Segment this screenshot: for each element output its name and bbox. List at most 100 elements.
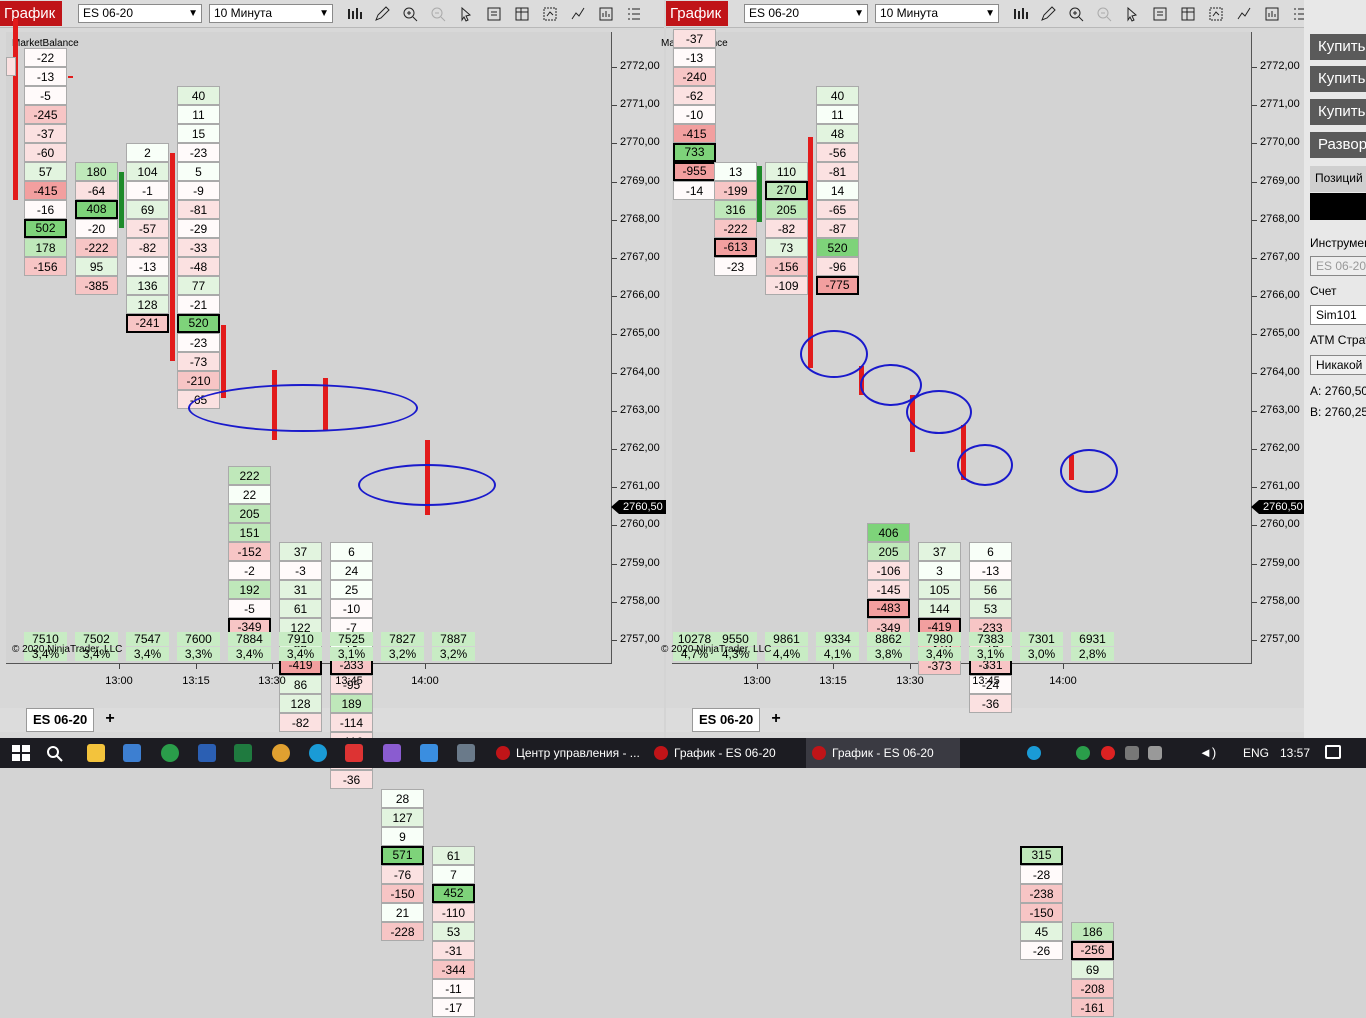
price-tick: [612, 410, 617, 412]
footprint-cell: 57: [24, 162, 67, 181]
properties-icon[interactable]: [480, 5, 508, 23]
atm-field[interactable]: Никакой: [1310, 355, 1366, 375]
pointer-icon[interactable]: [452, 5, 480, 23]
paint-icon[interactable]: [272, 744, 290, 762]
add-tab-icon[interactable]: +: [765, 710, 787, 728]
taskbar-app-chart-2[interactable]: График - ES 06-20: [806, 738, 960, 768]
time-tick: [910, 664, 911, 669]
line-chart-icon[interactable]: [1230, 5, 1258, 23]
tab-instrument[interactable]: ES 06-20: [26, 708, 95, 732]
footprint-cell: -109: [765, 276, 808, 295]
price-tick: [1252, 487, 1257, 489]
chart-trader-icon[interactable]: [1202, 5, 1230, 23]
zoom-out-icon[interactable]: [1090, 5, 1118, 23]
time-tick: [196, 664, 197, 669]
strategies-icon[interactable]: [592, 5, 620, 23]
footprint-cell: -10: [673, 105, 716, 124]
price-label: 2761,00: [1260, 480, 1300, 493]
footprint-cell: -81: [177, 200, 220, 219]
buy-button-1[interactable]: Купить: [1310, 34, 1366, 60]
volume-icon[interactable]: ◄): [1199, 745, 1216, 760]
buy-button-2[interactable]: Купить: [1310, 66, 1366, 92]
footprint-cell: 15: [177, 124, 220, 143]
file-explorer-icon[interactable]: [87, 744, 105, 762]
footprint-cell: -110: [432, 903, 475, 922]
footprint-cell: -33: [177, 238, 220, 257]
data-box-icon[interactable]: [508, 5, 536, 23]
time-tick: [349, 664, 350, 669]
price-label: 2765,00: [620, 327, 660, 340]
pencil-icon[interactable]: [1034, 5, 1062, 23]
list-icon[interactable]: [620, 5, 648, 23]
price-tick: [612, 563, 617, 565]
price-label: 2757,00: [1260, 633, 1300, 645]
footprint-cell: -13: [24, 67, 67, 86]
clock[interactable]: 13:57: [1280, 738, 1310, 768]
reverse-button[interactable]: Развор: [1310, 132, 1366, 158]
footprint-cell: -11: [432, 979, 475, 998]
footprint-cell: -14: [673, 181, 716, 200]
feather-app-icon[interactable]: [383, 744, 401, 762]
footprint-plot[interactable]: [672, 32, 1252, 664]
footprint-cell: 61: [279, 599, 322, 618]
account-field[interactable]: Sim101: [1310, 305, 1366, 325]
chrome-icon[interactable]: [161, 744, 179, 762]
yandex-browser-icon[interactable]: [345, 744, 363, 762]
footprint-cell: 28: [381, 789, 424, 808]
pointer-icon[interactable]: [1118, 5, 1146, 23]
zoom-in-icon[interactable]: [396, 5, 424, 23]
pencil-icon[interactable]: [368, 5, 396, 23]
display-tray-icon[interactable]: [1148, 746, 1162, 760]
add-tab-icon[interactable]: +: [99, 710, 121, 728]
excel-icon[interactable]: [234, 744, 252, 762]
time-label: 13:15: [819, 675, 847, 687]
skype-tray-icon[interactable]: [1027, 746, 1041, 760]
mail-tray-icon[interactable]: [1125, 746, 1139, 760]
properties-icon[interactable]: [1146, 5, 1174, 23]
time-label: 13:30: [258, 675, 286, 687]
footprint-cell: -1: [126, 181, 169, 200]
volume-percent: 3,2%: [381, 647, 424, 661]
tab-instrument[interactable]: ES 06-20: [692, 708, 761, 732]
volume-percent: 3,4%: [918, 647, 961, 661]
volume-total: 7547: [126, 632, 169, 646]
search-icon[interactable]: [46, 745, 64, 763]
taskbar-app-chart-1[interactable]: График - ES 06-20: [648, 738, 802, 768]
language-indicator[interactable]: ENG: [1243, 738, 1269, 768]
taskbar-app-control-center[interactable]: Центр управления - ...: [490, 738, 644, 768]
bar-chart-icon[interactable]: [1006, 5, 1034, 23]
footprint-cell: 222: [228, 466, 271, 485]
footprint-cell: -36: [330, 770, 373, 789]
toolbar-icons: [340, 5, 648, 23]
line-chart-icon[interactable]: [564, 5, 592, 23]
notifications-icon[interactable]: [1325, 745, 1341, 759]
bid-label: B:: [1310, 405, 1322, 419]
windows-start-icon[interactable]: [12, 745, 30, 761]
chart-trader-icon[interactable]: [536, 5, 564, 23]
interval-selector[interactable]: 10 Минута ▼: [209, 4, 333, 23]
store-icon[interactable]: [123, 744, 141, 762]
footprint-cell: 22: [228, 485, 271, 504]
bar-chart-icon[interactable]: [340, 5, 368, 23]
instrument-selector[interactable]: ES 06-20 ▼: [78, 4, 202, 23]
buy-button-3[interactable]: Купить: [1310, 99, 1366, 125]
mail-icon[interactable]: [420, 744, 438, 762]
footprint-cell: 53: [432, 922, 475, 941]
data-box-icon[interactable]: [1174, 5, 1202, 23]
strategies-icon[interactable]: [1258, 5, 1286, 23]
footprint-cell: -21: [177, 295, 220, 314]
skype-icon[interactable]: [309, 744, 327, 762]
chart-toolbar: График ES 06-20 ▼ 10 Минута ▼: [0, 0, 664, 28]
network-settings-icon[interactable]: [457, 744, 475, 762]
zoom-out-icon[interactable]: [424, 5, 452, 23]
footprint-cell: 37: [918, 542, 961, 561]
footprint-cell: -82: [126, 238, 169, 257]
instrument-selector[interactable]: ES 06-20 ▼: [744, 4, 868, 23]
huawei-tray-icon[interactable]: [1101, 746, 1115, 760]
instrument-field[interactable]: ES 06-20: [1310, 256, 1366, 276]
zoom-in-icon[interactable]: [1062, 5, 1090, 23]
chrome-tray-icon[interactable]: [1076, 746, 1090, 760]
word-icon[interactable]: [198, 744, 216, 762]
interval-selector[interactable]: 10 Минута ▼: [875, 4, 999, 23]
footprint-cell: -23: [714, 257, 757, 276]
